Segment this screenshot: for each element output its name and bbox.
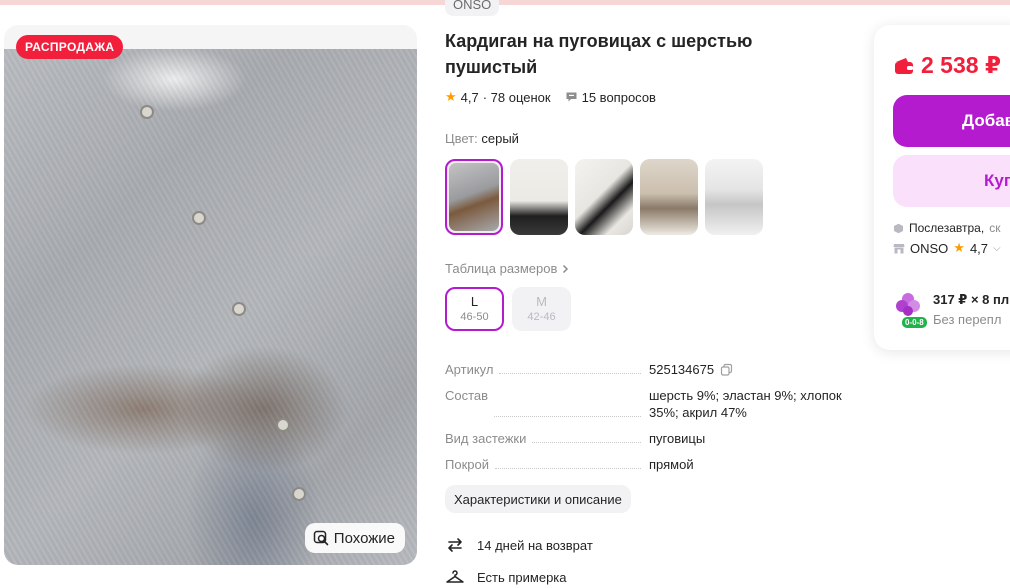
color-swatches [445, 159, 763, 235]
buy-now-button[interactable]: Куп [893, 155, 1010, 207]
installment-line2: Без перепл [933, 312, 1002, 327]
delivery-info[interactable]: Послезавтра, ск [893, 221, 1000, 235]
brand-link[interactable]: ONSO [445, 0, 500, 16]
spec-row-article: Артикул 525134675 [445, 361, 850, 378]
product-gallery[interactable]: РАСПРОДАЖА Похожие [4, 25, 417, 565]
color-swatch[interactable] [575, 159, 633, 235]
color-swatch-selected[interactable] [445, 159, 503, 235]
color-value: серый [481, 131, 519, 146]
hanger-icon [446, 570, 464, 583]
price-row: 2 538 ₽ [893, 52, 1001, 79]
ratings-count[interactable]: · 78 оценок [483, 90, 551, 105]
installment-badge: 0-0-8 [901, 316, 928, 329]
cardigan-button-dot [192, 211, 206, 225]
sale-badge: РАСПРОДАЖА [16, 35, 124, 59]
seller-info[interactable]: ONSO ★ 4,7 ⌵ [893, 240, 1001, 256]
cardigan-button-dot [292, 487, 306, 501]
questions-count[interactable]: 15 вопросов [582, 90, 656, 105]
spec-key: Артикул [445, 361, 498, 378]
chevron-down-icon: ⌵ [993, 242, 1001, 254]
rating-value: 4,7 [460, 89, 479, 105]
product-specs: Артикул 525134675 Состав шерсть 9%; элас… [445, 361, 850, 482]
product-title: Кардиган на пуговицах с шерстью пушистый [445, 31, 753, 77]
return-arrows-icon [448, 538, 462, 552]
copy-icon[interactable] [720, 363, 733, 376]
box-icon [894, 223, 903, 233]
feature-label: 14 дней на возврат [477, 537, 593, 553]
star-icon: ★ [953, 240, 965, 255]
size-table-label: Таблица размеров [445, 261, 558, 276]
spec-key: Покрой [445, 456, 493, 473]
similar-search-icon [313, 530, 329, 546]
size-option-l[interactable]: L 46-50 [445, 287, 504, 331]
size-range: 42-46 [527, 311, 556, 323]
seller-rating: 4,7 [969, 240, 989, 256]
rating-row[interactable]: ★ 4,7 · 78 оценок 15 вопросов [445, 89, 656, 105]
installment-icon: 0-0-8 [893, 290, 928, 329]
product-photo[interactable] [4, 49, 417, 565]
feature-fitting: Есть примерка [445, 569, 567, 585]
seller-name: ONSO [910, 240, 949, 256]
spec-value: прямой [649, 457, 694, 472]
characteristics-button[interactable]: Характеристики и описание [445, 485, 631, 513]
size-table-link[interactable]: Таблица размеров [445, 261, 569, 276]
feature-returns: 14 дней на возврат [445, 536, 593, 554]
spec-value: пуговицы [649, 431, 706, 446]
size-label: L [470, 294, 479, 309]
similar-label: Похожие [333, 529, 395, 547]
color-label: Цвет: [445, 131, 478, 146]
question-icon [566, 92, 577, 102]
color-swatch[interactable] [510, 159, 568, 235]
similar-button[interactable]: Похожие [304, 523, 405, 553]
star-icon: ★ [445, 89, 457, 104]
price: 2 538 ₽ [921, 52, 1001, 78]
color-swatch[interactable] [640, 159, 698, 235]
cardigan-button-dot [276, 418, 290, 432]
installment-text: 317 ₽ × 8 пл Без перепл [933, 290, 1009, 330]
cardigan-button-dot [232, 302, 246, 316]
wallet-icon [895, 57, 913, 74]
size-options: L 46-50 M 42-46 [445, 287, 571, 331]
size-option-m[interactable]: M 42-46 [512, 287, 571, 331]
spec-value: шерсть 9%; эластан 9%; хлопок 35%; акрил… [649, 388, 842, 420]
spec-row-fastener: Вид застежки пуговицы [445, 430, 850, 447]
delivery-text: Послезавтра, [909, 221, 985, 235]
delivery-muted: ск [989, 221, 1001, 235]
installment-offer[interactable]: 0-0-8 317 ₽ × 8 пл Без перепл [893, 290, 1009, 330]
spec-row-cut: Покрой прямой [445, 456, 850, 473]
installment-line1: 317 ₽ × 8 пл [933, 292, 1010, 307]
article-number: 525134675 [649, 362, 715, 377]
cardigan-button-dot [140, 105, 154, 119]
color-selector-label: Цвет: серый [445, 131, 519, 146]
spec-key: Состав [445, 387, 493, 421]
spec-row-composition: Состав шерсть 9%; эластан 9%; хлопок 35%… [445, 387, 850, 421]
size-range: 46-50 [460, 311, 489, 323]
store-icon [893, 243, 905, 253]
color-swatch[interactable] [705, 159, 763, 235]
top-strip [0, 0, 1010, 5]
size-label: M [536, 294, 547, 309]
feature-label: Есть примерка [477, 569, 567, 585]
add-to-cart-button[interactable]: Добав [893, 95, 1010, 147]
spec-key: Вид застежки [445, 430, 531, 447]
buy-card: 2 538 ₽ Добав Куп Послезавтра, ск ONSO ★… [874, 25, 1010, 350]
chevron-right-icon [563, 264, 569, 273]
